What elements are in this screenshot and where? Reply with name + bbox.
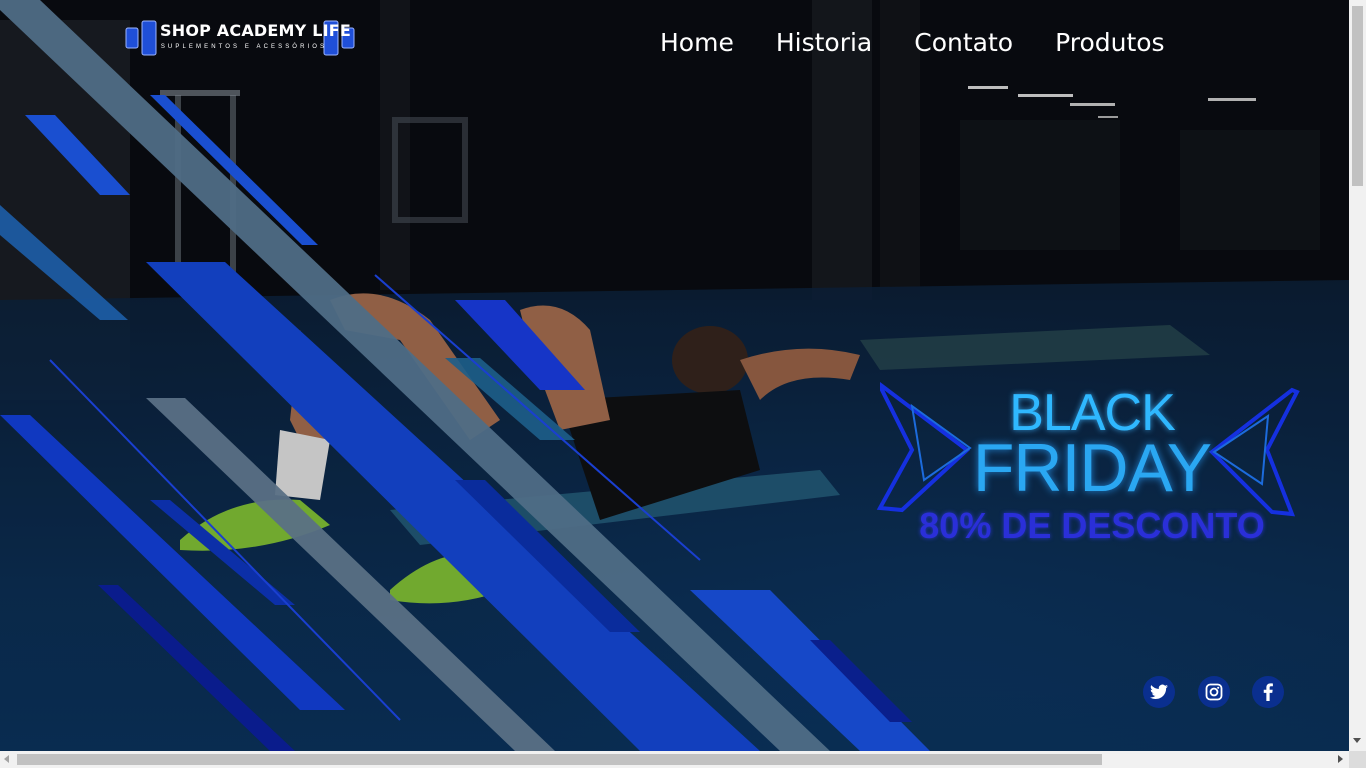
- scrollbar-corner: [1349, 751, 1366, 768]
- instagram-icon: [1205, 683, 1223, 701]
- nav-home-link[interactable]: Home: [660, 26, 734, 60]
- vertical-scrollbar[interactable]: [1349, 0, 1366, 751]
- instagram-link[interactable]: [1198, 676, 1230, 708]
- vertical-scrollbar-thumb[interactable]: [1352, 6, 1363, 186]
- scroll-left-arrow-icon[interactable]: [4, 755, 9, 763]
- nav-produtos-link[interactable]: Produtos: [1055, 26, 1165, 60]
- twitter-icon: [1150, 684, 1168, 700]
- nav-contato-link[interactable]: Contato: [914, 26, 1013, 60]
- horizontal-scrollbar-thumb[interactable]: [17, 754, 1102, 765]
- black-friday-promo: BLACK FRIDAY 80% DE DESCONTO: [872, 380, 1312, 560]
- facebook-link[interactable]: [1252, 676, 1284, 708]
- promo-friday-text: FRIDAY: [972, 430, 1212, 506]
- twitter-link[interactable]: [1143, 676, 1175, 708]
- brand-logo[interactable]: SHOP ACADEMY LIFE SUPLEMENTOS E ACESSÓRI…: [124, 18, 360, 58]
- brand-title: SHOP ACADEMY LIFE: [160, 21, 352, 40]
- diagonal-stripes-decoration: [0, 0, 930, 751]
- hero-section: SHOP ACADEMY LIFE SUPLEMENTOS E ACESSÓRI…: [0, 0, 1349, 751]
- facebook-icon: [1263, 683, 1273, 701]
- main-nav: Home Historia Contato Produtos: [660, 26, 1165, 60]
- scroll-right-arrow-icon[interactable]: [1338, 755, 1343, 763]
- scroll-down-arrow-icon[interactable]: [1353, 738, 1361, 743]
- brand-subtitle: SUPLEMENTOS E ACESSÓRIOS: [160, 44, 328, 50]
- promo-discount-text: 80% DE DESCONTO: [919, 505, 1265, 546]
- nav-historia-link[interactable]: Historia: [776, 26, 872, 60]
- horizontal-scrollbar[interactable]: [0, 751, 1349, 768]
